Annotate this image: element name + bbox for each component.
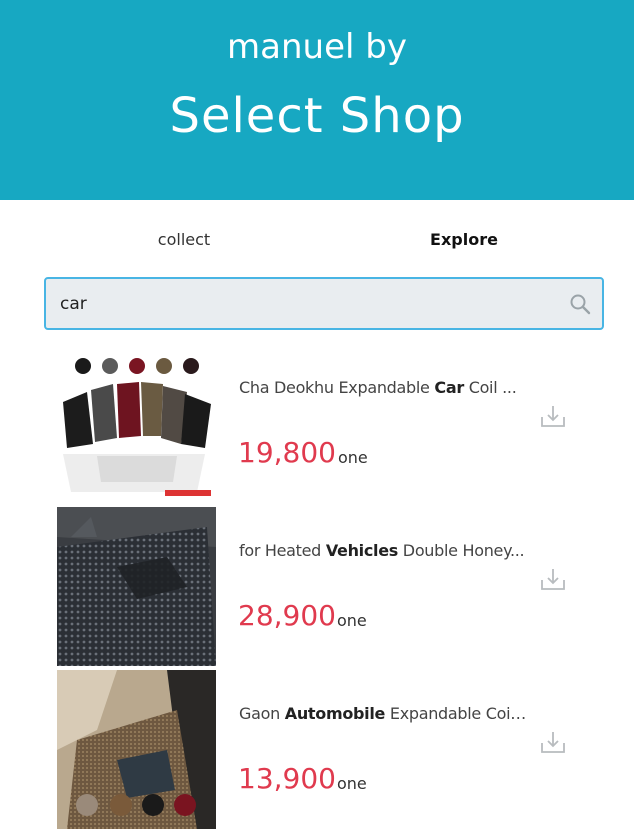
- download-icon[interactable]: [539, 565, 567, 593]
- product-image[interactable]: [57, 507, 216, 666]
- product-price: 13,900: [238, 762, 336, 795]
- list-item[interactable]: Gaon Automobile Expandable Coil ... 13,9…: [44, 670, 604, 833]
- tab-collect[interactable]: collect: [44, 222, 324, 260]
- price-unit: one: [337, 774, 367, 793]
- product-image[interactable]: [57, 670, 216, 829]
- header-title: Select Shop: [169, 88, 465, 144]
- search-icon[interactable]: [568, 292, 592, 316]
- product-image[interactable]: [57, 344, 216, 503]
- header-subtitle: manuel by: [227, 27, 407, 67]
- download-icon[interactable]: [539, 728, 567, 756]
- list-item[interactable]: Cha Deokhu Expandable Car Coil ... 19,80…: [44, 344, 604, 507]
- tab-bar: collect Explore: [44, 222, 604, 260]
- price-unit: one: [338, 448, 368, 467]
- product-name[interactable]: Cha Deokhu Expandable Car Coil ...: [239, 378, 529, 397]
- product-name[interactable]: Gaon Automobile Expandable Coil ...: [239, 704, 529, 723]
- product-list: Cha Deokhu Expandable Car Coil ... 19,80…: [44, 344, 604, 833]
- product-name[interactable]: for Heated Vehicles Double Honey...: [239, 541, 529, 560]
- product-price: 28,900: [238, 599, 336, 632]
- list-item[interactable]: for Heated Vehicles Double Honey... 28,9…: [44, 507, 604, 670]
- app-header: manuel by Select Shop: [0, 0, 634, 200]
- price-unit: one: [337, 611, 367, 630]
- product-price: 19,800: [238, 436, 336, 469]
- search-box: [44, 277, 604, 330]
- search-input[interactable]: [60, 279, 560, 328]
- download-icon[interactable]: [539, 402, 567, 430]
- tab-explore[interactable]: Explore: [324, 222, 604, 260]
